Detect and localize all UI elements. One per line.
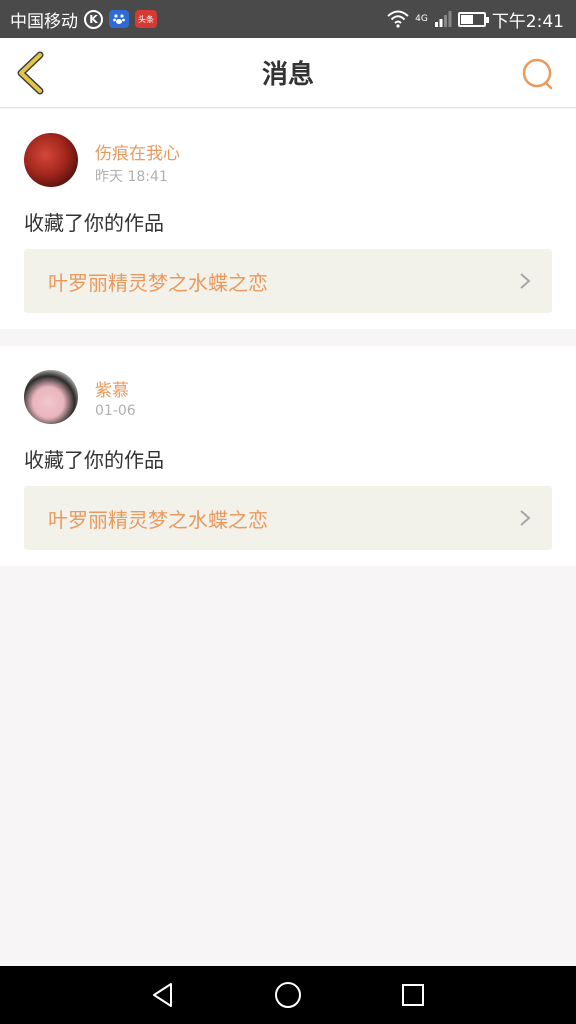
app-header: 消息 xyxy=(0,38,576,108)
chevron-left-icon xyxy=(17,51,44,95)
carrier-label: 中国移动 xyxy=(10,11,78,32)
nav-back-button[interactable] xyxy=(143,975,183,1015)
chevron-right-icon xyxy=(520,510,531,526)
nav-home-button[interactable] xyxy=(268,975,308,1015)
battery-icon xyxy=(457,11,489,27)
page-title: 消息 xyxy=(261,60,314,90)
search-icon xyxy=(522,58,553,90)
recents-square-icon xyxy=(402,984,425,1006)
chevron-right-icon xyxy=(520,273,531,289)
user-name[interactable]: 伤痕在我心 xyxy=(95,139,180,164)
baidu-icon xyxy=(109,10,129,28)
status-bar-left: 中国移动 K 头条 xyxy=(10,7,157,32)
message-card: 紫慕 01-06 收藏了你的作品 叶罗丽精灵梦之水蝶之恋 xyxy=(0,346,576,566)
message-action: 收藏了你的作品 xyxy=(24,211,164,235)
work-link[interactable]: 叶罗丽精灵梦之水蝶之恋 xyxy=(24,249,552,313)
home-circle-icon xyxy=(274,982,301,1008)
clock: 下午2:41 xyxy=(491,11,564,32)
work-title: 叶罗丽精灵梦之水蝶之恋 xyxy=(48,270,268,295)
avatar[interactable] xyxy=(24,370,78,424)
avatar[interactable] xyxy=(24,133,78,187)
message-time: 01-06 xyxy=(95,403,136,419)
system-nav-bar xyxy=(0,966,576,1024)
status-bar-right: 4G 下午2:41 xyxy=(387,7,564,32)
toutiao-icon: 头条 xyxy=(135,10,157,28)
search-button[interactable] xyxy=(520,56,556,92)
battery-level xyxy=(460,14,473,24)
message-card: 伤痕在我心 昨天 18:41 收藏了你的作品 叶罗丽精灵梦之水蝶之恋 xyxy=(0,109,576,329)
wifi-icon xyxy=(387,10,409,28)
signal-icon xyxy=(434,11,452,27)
nav-recents-button[interactable] xyxy=(393,975,433,1015)
work-link[interactable]: 叶罗丽精灵梦之水蝶之恋 xyxy=(24,486,552,550)
user-name[interactable]: 紫慕 xyxy=(95,376,129,401)
status-bar: 中国移动 K 头条 4G 下午2:41 xyxy=(0,0,576,38)
back-triangle-icon xyxy=(152,983,172,1007)
network-type-label: 4G xyxy=(415,13,428,24)
message-action: 收藏了你的作品 xyxy=(24,448,164,472)
k-icon: K xyxy=(84,9,103,29)
message-time: 昨天 18:41 xyxy=(95,169,168,185)
back-button[interactable] xyxy=(12,50,52,96)
work-title: 叶罗丽精灵梦之水蝶之恋 xyxy=(48,507,268,532)
